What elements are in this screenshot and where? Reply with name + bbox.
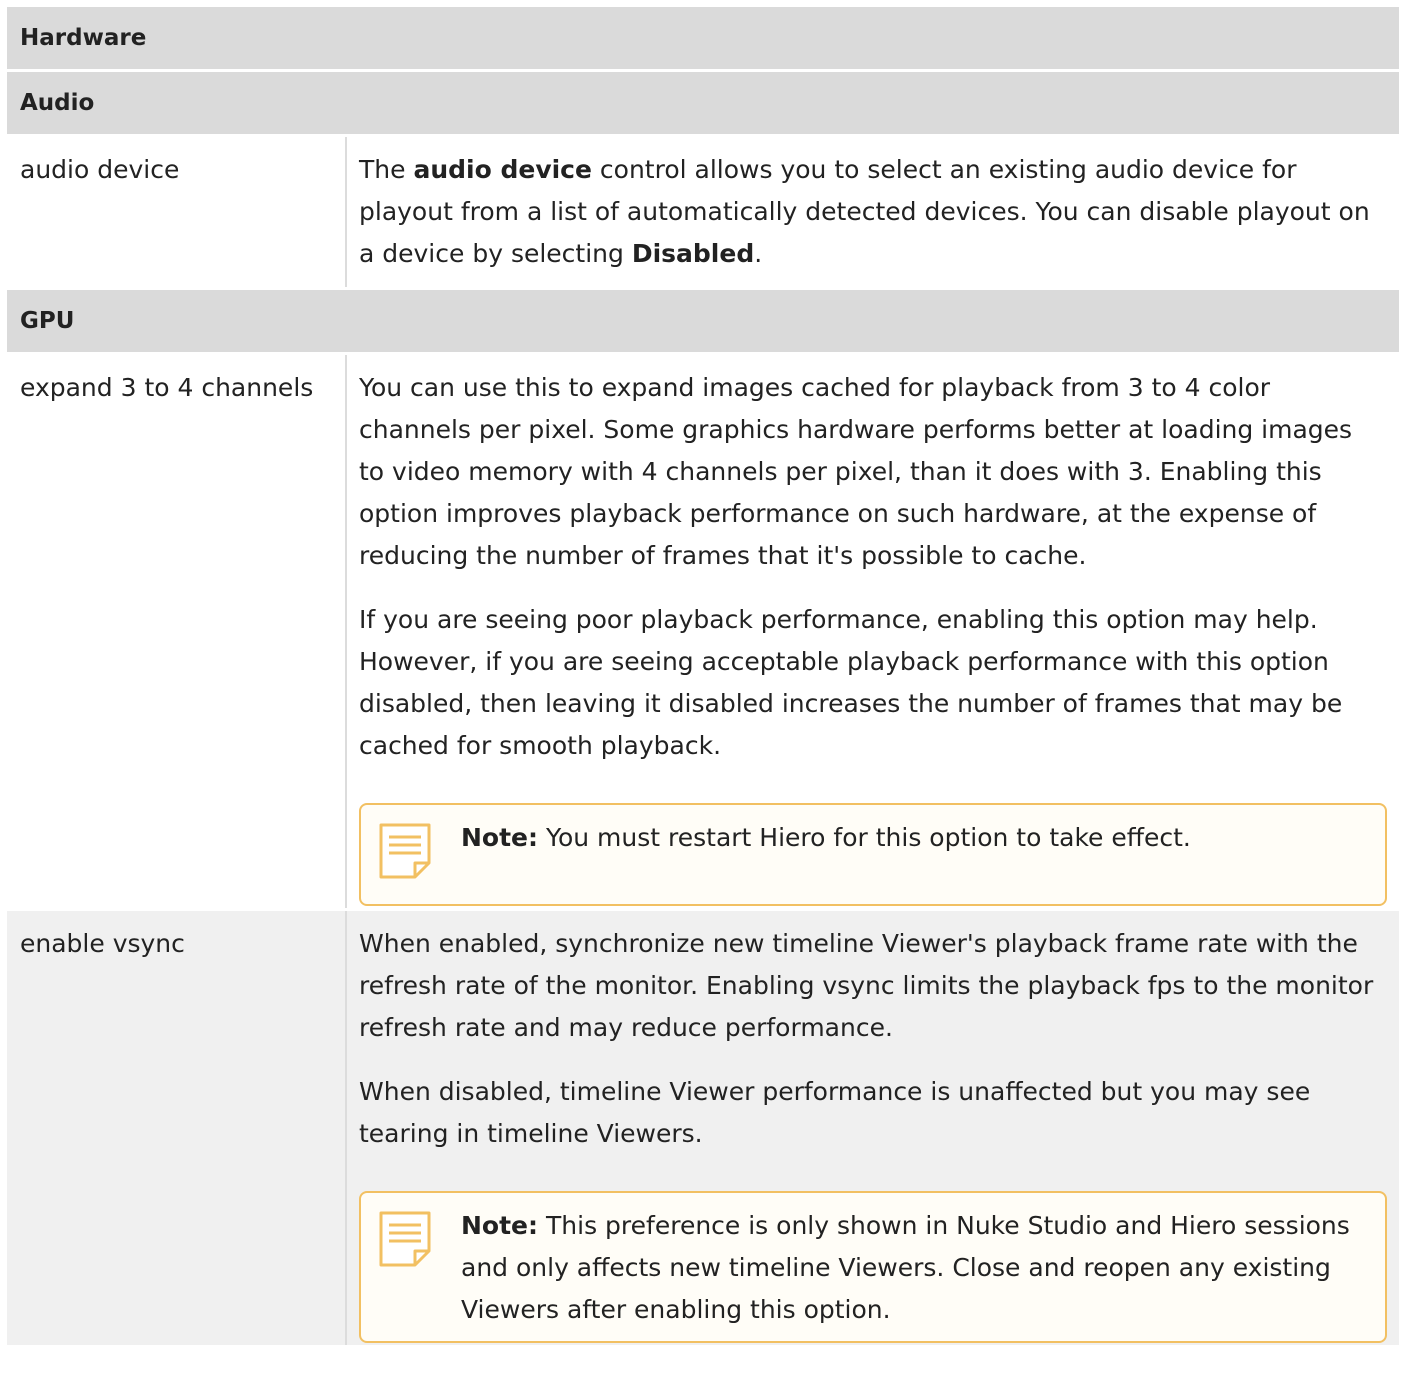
section-header-gpu: GPU: [7, 290, 1400, 352]
pref-label: expand 3 to 4 channels: [7, 355, 347, 908]
pref-row-audio-device: audio device The audio device control al…: [7, 137, 1400, 287]
pref-label: enable vsync: [7, 911, 347, 1345]
note-body: You must restart Hiero for this option t…: [546, 823, 1191, 852]
note-icon: [377, 1203, 437, 1282]
description-paragraph: You can use this to expand images cached…: [359, 373, 1353, 570]
bold-term: audio device: [413, 155, 592, 184]
pref-description: The audio device control allows you to s…: [347, 137, 1400, 287]
pref-label: audio device: [7, 137, 347, 287]
section-header-audio: Audio: [7, 72, 1400, 134]
note-body: This preference is only shown in Nuke St…: [461, 1211, 1350, 1324]
text-run: .: [754, 239, 763, 268]
section-title: Audio: [7, 72, 1400, 134]
note-box: Note: You must restart Hiero for this opt…: [359, 803, 1388, 906]
description-paragraph: When disabled, timeline Viewer performan…: [359, 1077, 1311, 1148]
bold-term: Disabled: [631, 239, 755, 268]
note-text: Note: This preference is only shown in Nu…: [437, 1203, 1371, 1331]
note-label: Note:: [461, 823, 539, 852]
note-icon: [377, 815, 437, 894]
section-header-hardware: Hardware: [7, 7, 1400, 69]
pref-description: You can use this to expand images cached…: [347, 355, 1400, 908]
pref-row-expand-channels: expand 3 to 4 channels You can use this …: [7, 355, 1400, 908]
note-text: Note: You must restart Hiero for this opt…: [437, 815, 1191, 859]
pref-row-enable-vsync: enable vsync When enabled, synchronize n…: [7, 911, 1400, 1345]
pref-description: When enabled, synchronize new timeline V…: [347, 911, 1400, 1345]
preferences-table: Hardware Audio audio device The audio de…: [7, 4, 1400, 1348]
note-label: Note:: [461, 1211, 539, 1240]
description-paragraph: If you are seeing poor playback performa…: [359, 605, 1343, 760]
description-paragraph: When enabled, synchronize new timeline V…: [359, 929, 1374, 1042]
section-title: Hardware: [7, 7, 1400, 69]
text-run: The: [359, 155, 414, 184]
description-paragraph: The audio device control allows you to s…: [359, 149, 1385, 287]
note-box: Note: This preference is only shown in Nu…: [359, 1191, 1388, 1343]
section-title: GPU: [7, 290, 1400, 352]
